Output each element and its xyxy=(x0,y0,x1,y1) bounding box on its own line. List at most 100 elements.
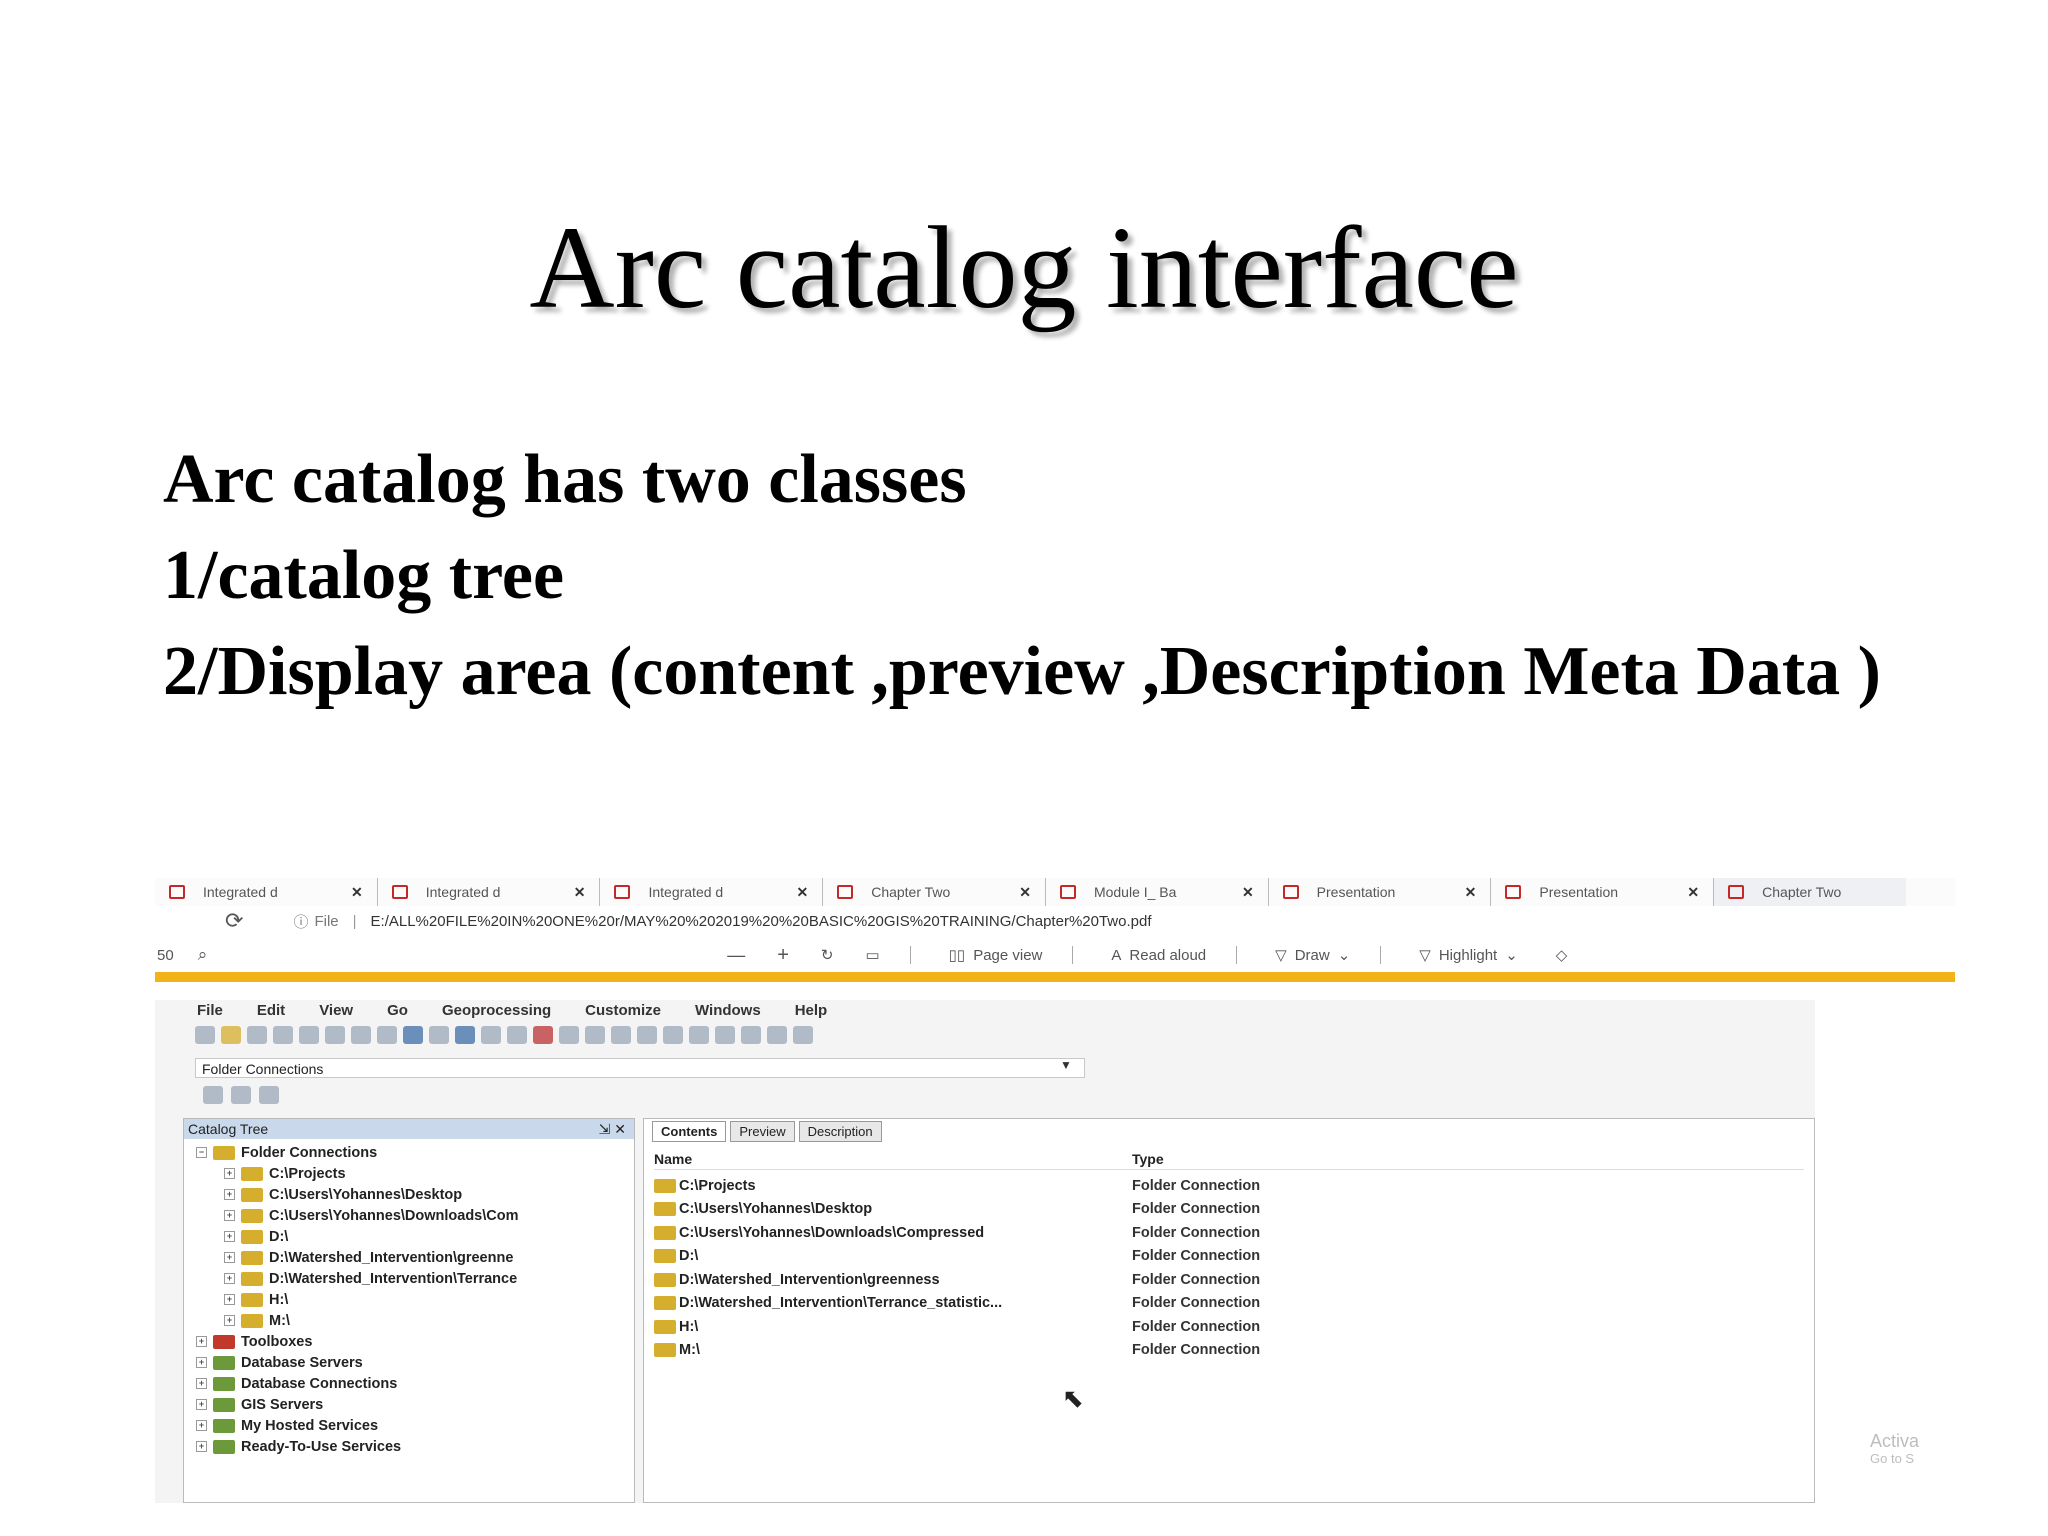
browser-tab[interactable]: Chapter Two ✕ xyxy=(823,878,1046,906)
list-item[interactable]: C:\Projects Folder Connection xyxy=(654,1174,1260,1198)
refresh-icon[interactable]: ⟳ xyxy=(225,908,243,934)
list-item[interactable]: D:\ Folder Connection xyxy=(654,1245,1260,1269)
tab-preview[interactable]: Preview xyxy=(730,1121,795,1142)
close-icon[interactable]: ✕ xyxy=(1019,884,1031,901)
list-item[interactable]: M:\ Folder Connection xyxy=(654,1339,1260,1363)
back-icon[interactable] xyxy=(715,1026,735,1044)
expand-icon[interactable]: + xyxy=(196,1441,207,1452)
page-view-button[interactable]: ▯▯ Page view xyxy=(949,946,1043,965)
url-text[interactable]: E:/ALL%20FILE%20IN%20ONE%20r/MAY%20%2020… xyxy=(371,913,1152,930)
connect-folder-icon[interactable] xyxy=(221,1026,241,1044)
tree-node[interactable]: + Toolboxes xyxy=(184,1331,634,1352)
menu-go[interactable]: Go xyxy=(387,1002,408,1019)
metadata-properties-icon[interactable] xyxy=(231,1086,251,1104)
up-one-level-icon[interactable] xyxy=(195,1026,215,1044)
expand-icon[interactable]: + xyxy=(224,1273,235,1284)
browser-tab[interactable]: Integrated d ✕ xyxy=(378,878,601,906)
chevron-down-icon[interactable]: ▼ xyxy=(1060,1058,1072,1072)
close-icon[interactable]: ✕ xyxy=(1242,884,1254,901)
delete-icon[interactable] xyxy=(325,1026,345,1044)
tree-node[interactable]: + Database Connections xyxy=(184,1373,634,1394)
zoom-out-tool-icon[interactable] xyxy=(637,1026,657,1044)
browser-tab[interactable]: Integrated d ✕ xyxy=(155,878,378,906)
tree-node[interactable]: + D:\Watershed_Intervention\greenne xyxy=(184,1247,634,1268)
launch-arcmap-icon[interactable] xyxy=(455,1026,475,1044)
create-thumbnail-icon[interactable] xyxy=(793,1026,813,1044)
expand-icon[interactable]: + xyxy=(196,1378,207,1389)
column-header-name[interactable]: Name xyxy=(654,1151,692,1167)
tree-node[interactable]: + C:\Projects xyxy=(184,1163,634,1184)
expand-icon[interactable]: + xyxy=(224,1168,235,1179)
info-icon[interactable]: ⓘ xyxy=(293,911,308,932)
catalog-tree-icon[interactable] xyxy=(481,1026,501,1044)
browser-tab-active[interactable]: Chapter Two xyxy=(1714,878,1907,906)
zoom-out-icon[interactable]: — xyxy=(727,945,745,966)
tree-node[interactable]: + GIS Servers xyxy=(184,1394,634,1415)
expand-icon[interactable]: + xyxy=(196,1420,207,1431)
thumbnails-icon[interactable] xyxy=(429,1026,449,1044)
expand-icon[interactable]: + xyxy=(224,1210,235,1221)
export-metadata-icon[interactable] xyxy=(259,1086,279,1104)
menu-customize[interactable]: Customize xyxy=(585,1002,661,1019)
tree-node[interactable]: + C:\Users\Yohannes\Desktop xyxy=(184,1184,634,1205)
tree-node[interactable]: + D:\ xyxy=(184,1226,634,1247)
full-extent-icon[interactable] xyxy=(689,1026,709,1044)
edit-metadata-icon[interactable] xyxy=(203,1086,223,1104)
large-icons-icon[interactable] xyxy=(351,1026,371,1044)
close-icon[interactable]: ✕ xyxy=(1465,884,1477,901)
forward-icon[interactable] xyxy=(741,1026,761,1044)
close-icon[interactable]: ✕ xyxy=(351,884,363,901)
menu-view[interactable]: View xyxy=(319,1002,353,1019)
tree-node[interactable]: + My Hosted Services xyxy=(184,1415,634,1436)
browser-tab[interactable]: Module I_ Ba ✕ xyxy=(1046,878,1269,906)
tree-node[interactable]: + Database Servers xyxy=(184,1352,634,1373)
list-icon[interactable] xyxy=(377,1026,397,1044)
copy-icon[interactable] xyxy=(273,1026,293,1044)
rotate-icon[interactable]: ↻ xyxy=(821,946,834,964)
arctoolbox-icon[interactable] xyxy=(533,1026,553,1044)
location-field[interactable]: Folder Connections xyxy=(195,1058,1085,1078)
modelbuilder-icon[interactable] xyxy=(585,1026,605,1044)
menu-windows[interactable]: Windows xyxy=(695,1002,761,1019)
expand-icon[interactable]: + xyxy=(224,1294,235,1305)
collapse-icon[interactable]: − xyxy=(196,1147,207,1158)
tree-node[interactable]: + C:\Users\Yohannes\Downloads\Com xyxy=(184,1205,634,1226)
close-icon[interactable]: ✕ xyxy=(1687,884,1699,901)
list-item[interactable]: C:\Users\Yohannes\Downloads\Compressed Fo… xyxy=(654,1221,1260,1245)
expand-icon[interactable]: + xyxy=(196,1336,207,1347)
expand-icon[interactable]: + xyxy=(224,1315,235,1326)
close-icon[interactable]: ✕ xyxy=(574,884,586,901)
menu-edit[interactable]: Edit xyxy=(257,1002,285,1019)
pin-close-icon[interactable]: ⇲ ✕ xyxy=(599,1119,626,1139)
tree-node[interactable]: + Ready-To-Use Services xyxy=(184,1436,634,1457)
expand-icon[interactable]: + xyxy=(224,1231,235,1242)
tree-node[interactable]: + D:\Watershed_Intervention\Terrance xyxy=(184,1268,634,1289)
search-window-icon[interactable] xyxy=(507,1026,527,1044)
fit-page-icon[interactable]: ▭ xyxy=(865,946,879,964)
zoom-in-tool-icon[interactable] xyxy=(611,1026,631,1044)
read-aloud-button[interactable]: A Read aloud xyxy=(1111,947,1206,964)
expand-icon[interactable]: + xyxy=(224,1252,235,1263)
expand-icon[interactable]: + xyxy=(196,1357,207,1368)
highlight-button[interactable]: ▽ Highlight ⌄ xyxy=(1419,946,1518,965)
list-item[interactable]: D:\Watershed_Intervention\Terrance_stati… xyxy=(654,1292,1260,1316)
list-item[interactable]: D:\Watershed_Intervention\greenness Folde… xyxy=(654,1268,1260,1292)
browser-tab[interactable]: Presentation ✕ xyxy=(1269,878,1492,906)
browser-tab[interactable]: Integrated d ✕ xyxy=(600,878,824,906)
details-icon[interactable] xyxy=(403,1026,423,1044)
disconnect-folder-icon[interactable] xyxy=(247,1026,267,1044)
zoom-in-icon[interactable]: + xyxy=(777,944,789,967)
close-icon[interactable]: ✕ xyxy=(796,884,808,901)
pan-icon[interactable] xyxy=(663,1026,683,1044)
expand-icon[interactable]: + xyxy=(196,1399,207,1410)
menu-geoprocessing[interactable]: Geoprocessing xyxy=(442,1002,551,1019)
menu-file[interactable]: File xyxy=(197,1002,223,1019)
list-item[interactable]: C:\Users\Yohannes\Desktop Folder Connecti… xyxy=(654,1198,1260,1222)
command-line-icon[interactable] xyxy=(559,1026,579,1044)
tab-contents[interactable]: Contents xyxy=(652,1121,727,1142)
browser-tab[interactable]: Presentation ✕ xyxy=(1491,878,1715,906)
column-header-type[interactable]: Type xyxy=(1132,1151,1164,1167)
search-icon[interactable]: ⌕ xyxy=(198,945,208,965)
draw-button[interactable]: ▽ Draw ⌄ xyxy=(1275,946,1350,965)
paste-icon[interactable] xyxy=(299,1026,319,1044)
